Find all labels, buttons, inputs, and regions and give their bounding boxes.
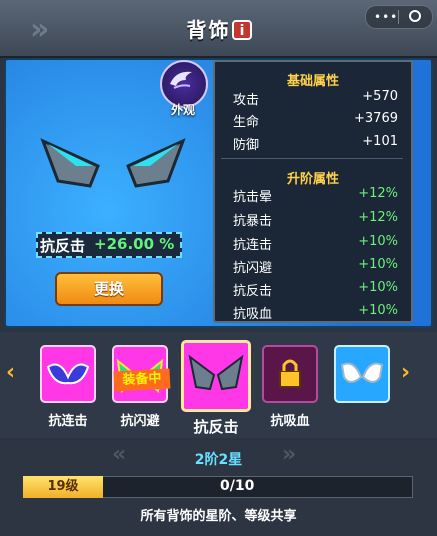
attr-name: 抗反击 (233, 284, 273, 299)
attr-value: +10% (358, 257, 398, 272)
wing-icon (188, 354, 244, 391)
item-label: 抗连击 (48, 414, 88, 429)
attr-name: 攻击 (233, 93, 260, 108)
appearance-label: 外观 (170, 103, 195, 117)
level-badge: 19级 (23, 476, 103, 498)
attr-name: 防御 (233, 138, 260, 153)
progress-text: 0/10 (220, 478, 255, 494)
more-icon[interactable]: ••• (374, 10, 398, 24)
back-accessory-preview (40, 138, 186, 188)
left-wing (40, 138, 100, 188)
current-stat-value: +26.00 % (94, 235, 175, 253)
attr-value: +10% (358, 280, 398, 295)
attr-value: +570 (362, 89, 398, 104)
chevron-left-icon[interactable]: ‹ (6, 360, 15, 385)
attrs-divider (221, 158, 403, 159)
attr-name: 抗暴击 (233, 214, 273, 229)
shared-note: 所有背饰的星阶、等级共享 (140, 509, 297, 524)
item-label: 抗反击 (193, 418, 239, 436)
item-label: 抗闪避 (120, 414, 160, 429)
attr-value: +3769 (354, 111, 398, 126)
grade-label: 2阶2星 (194, 452, 243, 468)
chevron-right-icon[interactable]: › (401, 360, 410, 385)
capsule-divider (398, 10, 399, 24)
lock-icon (279, 359, 301, 388)
attr-name: 抗击晕 (233, 190, 273, 205)
base-attrs-title: 基础属性 (286, 74, 339, 89)
attr-value: +10% (358, 234, 398, 249)
mini-program-capsule[interactable]: ••• (365, 5, 433, 29)
item-label: 抗吸血 (270, 414, 310, 429)
change-button[interactable]: 更换 (55, 272, 163, 306)
advance-attrs-title: 升阶属性 (286, 172, 339, 187)
current-stat-label: 抗反击 (40, 237, 86, 255)
wing-icon (170, 71, 192, 89)
equipped-badge: 装备中 (113, 368, 171, 392)
attr-value: +12% (358, 210, 398, 225)
attr-name: 抗闪避 (233, 261, 273, 276)
item-slot-anti-lifesteal[interactable] (262, 345, 318, 403)
close-icon[interactable] (409, 10, 421, 22)
attr-name: 抗吸血 (233, 307, 273, 322)
attr-name: 生命 (233, 115, 260, 130)
attr-name: 抗连击 (233, 238, 273, 253)
info-button[interactable]: i (232, 20, 252, 40)
item-slot-white-wings[interactable] (334, 345, 390, 403)
attr-value: +101 (362, 134, 398, 149)
item-slot-anti-counter[interactable] (181, 340, 251, 412)
attr-value: +12% (358, 186, 398, 201)
wing-icon (46, 363, 90, 385)
item-slot-anti-combo[interactable] (40, 345, 96, 403)
right-wing (126, 138, 186, 188)
wing-icon (340, 362, 384, 383)
attr-value: +10% (358, 303, 398, 318)
